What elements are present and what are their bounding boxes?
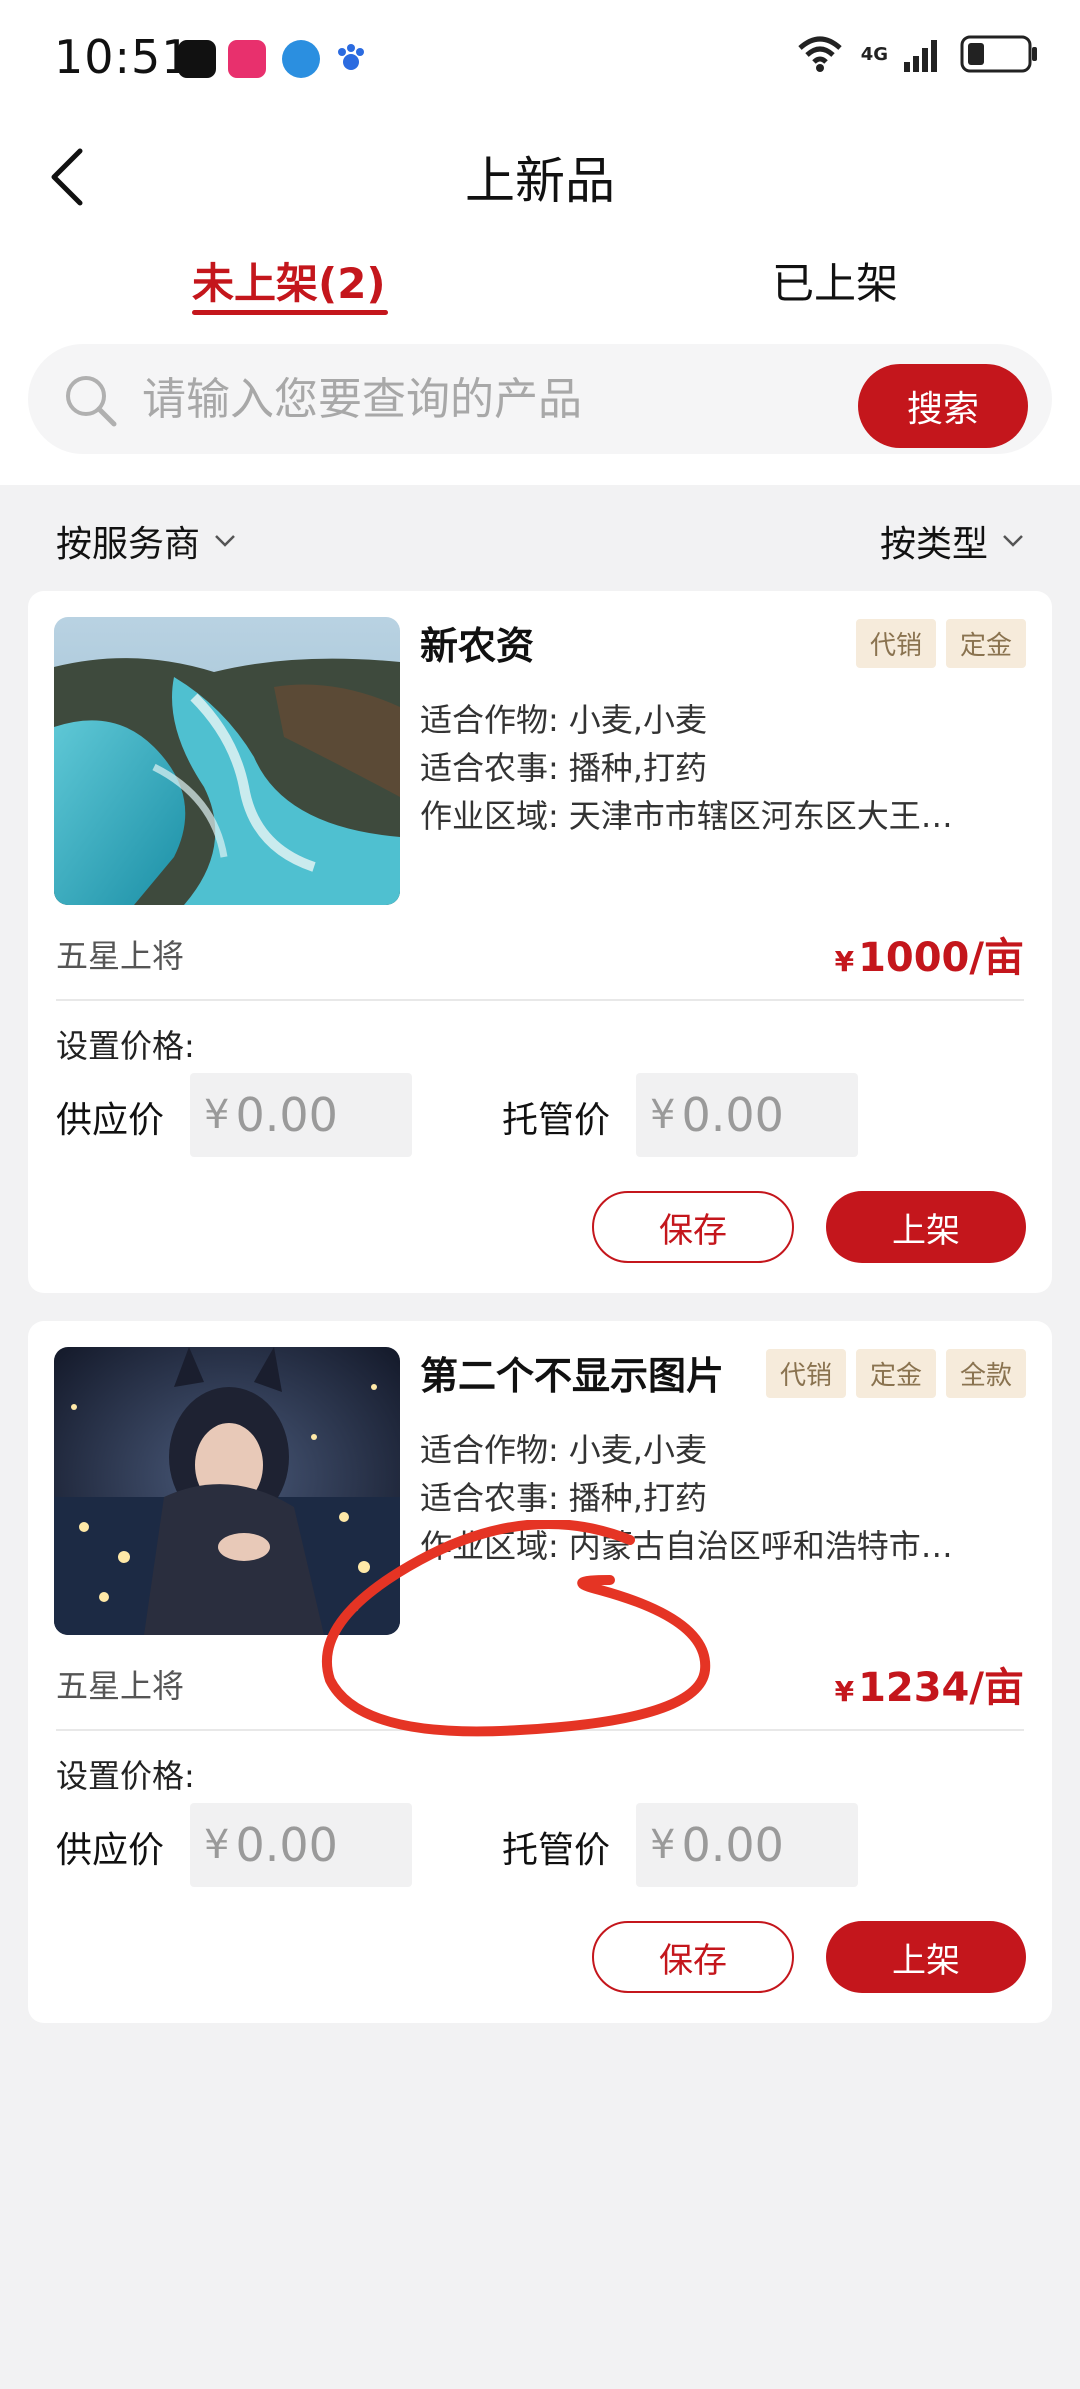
product-tags: 代销 定金	[855, 619, 1026, 668]
custody-price-input[interactable]: ¥0.00	[636, 1073, 858, 1157]
header: 上新品	[0, 115, 1080, 240]
tab-unlisted[interactable]: 未上架(2)	[192, 250, 386, 311]
chevron-down-icon	[215, 535, 235, 547]
list-product-button[interactable]: 上架	[826, 1191, 1026, 1263]
tag: 定金	[945, 619, 1026, 668]
info-area: 作业区域: 天津市市辖区河东区大王…	[420, 791, 953, 837]
search-input[interactable]	[142, 364, 702, 434]
info-value: 播种,打药	[568, 1479, 707, 1517]
chevron-down-icon	[1003, 535, 1023, 547]
divider	[56, 999, 1024, 1001]
search-button[interactable]: 搜索	[858, 364, 1028, 448]
tab-active-indicator	[192, 310, 388, 315]
info-label: 作业区域:	[420, 797, 559, 835]
search-area: 搜索	[0, 340, 1080, 485]
app-icon-2	[228, 40, 266, 78]
filter-by-type[interactable]: 按类型	[880, 515, 1024, 567]
network-label: 4G	[860, 43, 888, 65]
owner-name: 五星上将	[56, 937, 185, 975]
currency-symbol: ¥	[204, 1822, 230, 1868]
tab-bar: 未上架(2) 已上架	[0, 240, 1080, 340]
tag: 代销	[855, 619, 936, 668]
status-time: 10:51	[54, 30, 192, 84]
product-image[interactable]	[54, 1347, 400, 1635]
set-price-label: 设置价格:	[56, 1757, 195, 1795]
info-label: 适合农事:	[420, 1479, 559, 1517]
wifi-icon	[798, 36, 842, 72]
custody-price-value: 0.00	[681, 1088, 784, 1142]
currency-symbol: ¥	[650, 1092, 676, 1138]
currency-symbol: ¥	[650, 1822, 676, 1868]
search-box: 搜索	[28, 344, 1052, 454]
supply-price-input[interactable]: ¥0.00	[190, 1803, 412, 1887]
info-value: 小麦,小麦	[568, 701, 707, 739]
info-crops: 适合作物: 小麦,小麦	[420, 695, 707, 741]
info-label: 作业区域:	[420, 1527, 559, 1565]
product-price: ¥1234/亩	[835, 1655, 1024, 1713]
info-area: 作业区域: 内蒙古自治区呼和浩特市…	[420, 1521, 953, 1567]
info-label: 适合作物:	[420, 1431, 559, 1469]
save-button[interactable]: 保存	[592, 1921, 794, 1993]
custody-price-value: 0.00	[681, 1818, 784, 1872]
info-label: 适合农事:	[420, 749, 559, 787]
battery-icon	[960, 35, 1037, 73]
supply-price-input[interactable]: ¥0.00	[190, 1073, 412, 1157]
custody-price-label: 托管价	[502, 1100, 611, 1141]
supply-price-value: 0.00	[235, 1088, 338, 1142]
supply-price-label: 供应价	[56, 1830, 165, 1871]
filter-by-type-label: 按类型	[879, 524, 988, 565]
supply-price-label: 供应价	[56, 1100, 165, 1141]
filter-row: 按服务商 按类型	[0, 485, 1080, 585]
info-value: 内蒙古自治区呼和浩特市…	[568, 1527, 953, 1565]
product-title: 第二个不显示图片	[420, 1354, 725, 1398]
info-value: 天津市市辖区河东区大王…	[568, 797, 953, 835]
owner-name: 五星上将	[56, 1667, 185, 1705]
signal-icon	[904, 40, 937, 72]
info-farm: 适合农事: 播种,打药	[420, 743, 707, 789]
tag: 全款	[945, 1349, 1026, 1398]
supply-price-value: 0.00	[235, 1818, 338, 1872]
tag: 代销	[765, 1349, 846, 1398]
page-title: 上新品	[465, 152, 615, 210]
product-card: 第二个不显示图片 代销 定金 全款 适合作物: 小麦,小麦 适合农事: 播种,打药 …	[28, 1321, 1052, 2023]
set-price-label: 设置价格:	[56, 1027, 195, 1065]
custody-price-label: 托管价	[502, 1830, 611, 1871]
info-value: 小麦,小麦	[568, 1431, 707, 1469]
app-icon-1	[178, 40, 216, 78]
info-farm: 适合农事: 播种,打药	[420, 1473, 707, 1519]
price-symbol: ¥	[834, 1675, 855, 1708]
search-icon	[66, 376, 117, 427]
product-price: ¥1000/亩	[835, 925, 1024, 983]
filter-by-provider-label: 按服务商	[56, 524, 201, 565]
info-crops: 适合作物: 小麦,小麦	[420, 1425, 707, 1471]
tab-listed[interactable]: 已上架	[772, 250, 898, 311]
save-button[interactable]: 保存	[592, 1191, 794, 1263]
product-image[interactable]	[54, 617, 400, 905]
price-value: 1234/亩	[858, 1665, 1024, 1711]
divider	[56, 1729, 1024, 1731]
filter-by-provider[interactable]: 按服务商	[56, 515, 236, 567]
price-value: 1000/亩	[858, 935, 1024, 981]
list-product-button[interactable]: 上架	[826, 1921, 1026, 1993]
status-bar: 10:51 4G	[0, 0, 1080, 115]
product-tags: 代销 定金 全款	[765, 1349, 1026, 1398]
app-icon-4	[332, 40, 370, 78]
info-label: 适合作物:	[420, 701, 559, 739]
product-card: 新农资 代销 定金 适合作物: 小麦,小麦 适合农事: 播种,打药 作业区域: 天津市…	[28, 591, 1052, 1293]
price-symbol: ¥	[834, 945, 855, 978]
tag: 定金	[855, 1349, 936, 1398]
product-title: 新农资	[420, 624, 535, 668]
currency-symbol: ¥	[204, 1092, 230, 1138]
custody-price-input[interactable]: ¥0.00	[636, 1803, 858, 1887]
info-value: 播种,打药	[568, 749, 707, 787]
app-icon-3	[282, 40, 320, 78]
